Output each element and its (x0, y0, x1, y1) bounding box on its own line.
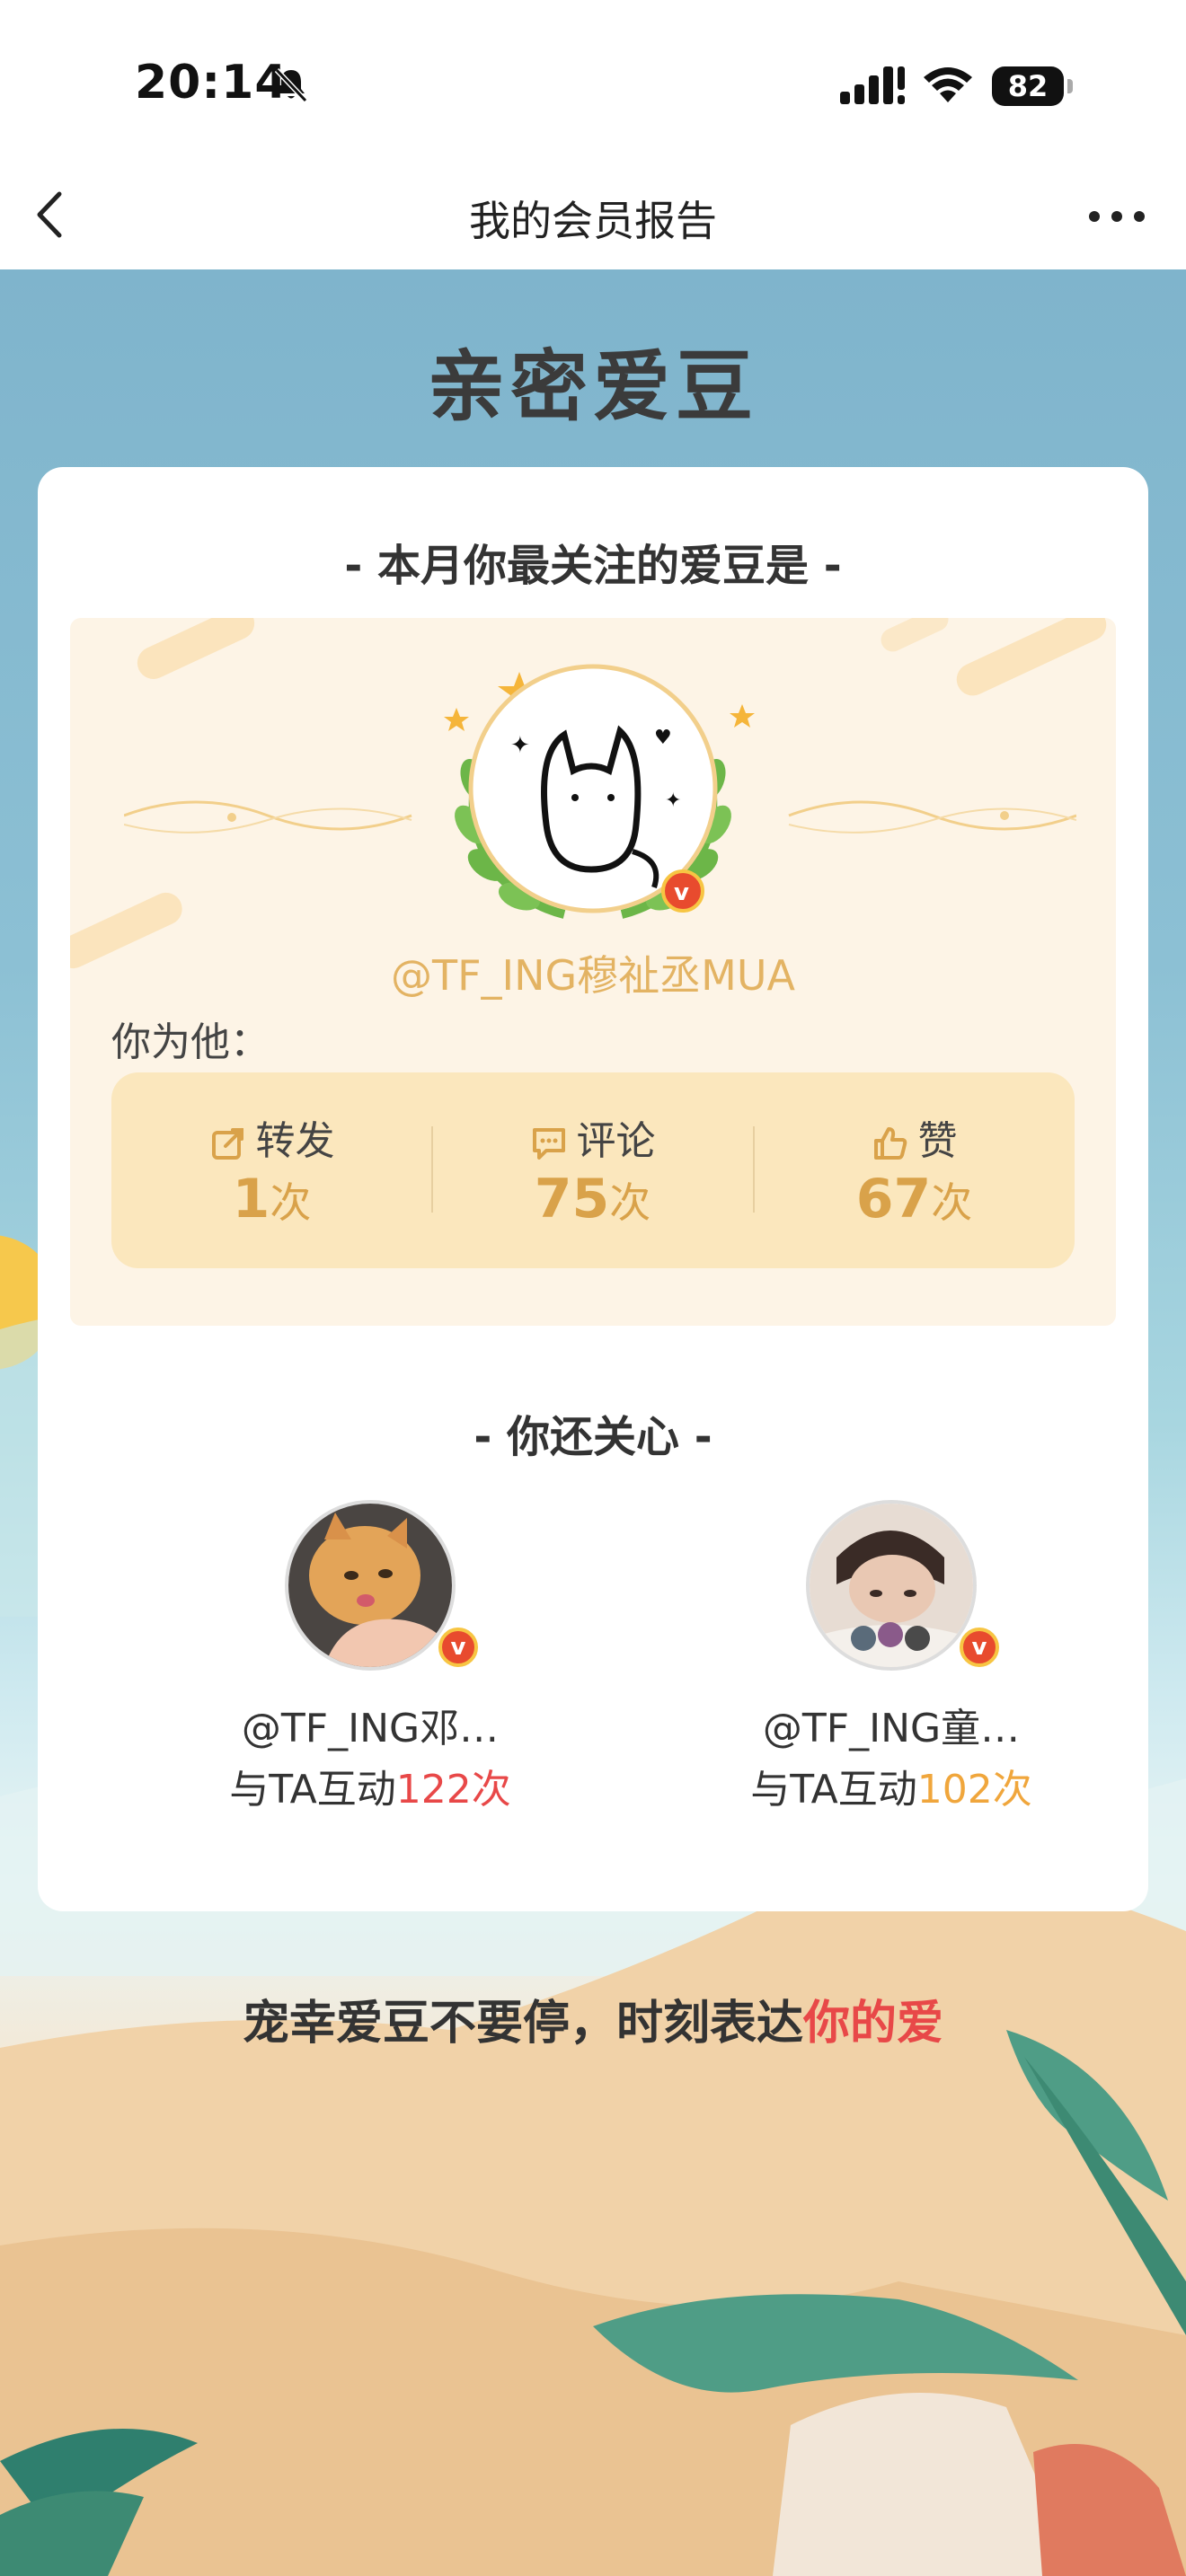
for-him-label: 你为他： (111, 1019, 270, 1065)
slogan: 宠幸爱豆不要停，时刻表达你的爱 (0, 1985, 1186, 2052)
stat-share-value: 1次 (111, 1168, 432, 1231)
status-bar: 20:14 82 (0, 0, 1186, 171)
also-care-title: - 你还关心 - (474, 1412, 712, 1462)
bell-muted-icon (274, 67, 308, 103)
share-icon (211, 1128, 243, 1160)
stat-share-number: 1 (232, 1168, 270, 1231)
care-interaction-prefix: 与TA互动 (229, 1767, 396, 1813)
care-interaction-count: 122次 (395, 1767, 511, 1813)
stat-comment-number: 75 (534, 1168, 610, 1231)
deco-stripe (131, 618, 261, 684)
idol-avatar[interactable]: ✦ ♥ ✦ v (420, 645, 766, 941)
deco-stripe (877, 618, 952, 656)
stat-like-number: 67 (855, 1168, 932, 1231)
wifi-icon (924, 67, 972, 102)
care-interaction: 与TA互动102次 (703, 1757, 1080, 1814)
slogan-main: 宠幸爱豆不要停，时刻表达 (242, 1997, 803, 2051)
signal-icon (840, 66, 905, 104)
stat-comment-unit: 次 (609, 1178, 651, 1227)
status-time: 20:14 (135, 56, 288, 110)
svg-text:✦: ✦ (665, 790, 681, 812)
care-interaction: 与TA互动122次 (181, 1757, 559, 1814)
svg-text:v: v (674, 879, 689, 906)
cat-photo (288, 1504, 452, 1667)
comment-icon (532, 1128, 565, 1160)
stat-share-unit: 次 (270, 1178, 312, 1227)
care-item[interactable]: v @TF_ING童… 与TA互动102次 (703, 1500, 1080, 1823)
stat-share: 转发 1次 (111, 1072, 432, 1268)
report-scene: 亲密爱豆 - 本月你最关注的爱豆是 - ✦ ♥ ✦ v @TF_ING穆祉丞MU… (0, 269, 1186, 2576)
interaction-stats: 转发 1次 评论 75次 赞 67次 (111, 1072, 1075, 1268)
stat-comment-value: 75次 (432, 1168, 753, 1231)
svg-text:✦: ✦ (510, 732, 530, 759)
battery-level: 82 (992, 66, 1064, 106)
care-name[interactable]: @TF_ING邓… (181, 1696, 559, 1753)
top-idol-panel: ✦ ♥ ✦ v @TF_ING穆祉丞MUA 你为他： 转发 1次 评论 75次 … (70, 618, 1116, 1326)
deco-stripe (951, 618, 1112, 701)
stat-like-label: 赞 (917, 1118, 958, 1164)
care-item[interactable]: v @TF_ING邓… 与TA互动122次 (181, 1500, 559, 1823)
care-interaction-prefix: 与TA互动 (750, 1767, 917, 1813)
stat-share-label: 转发 (255, 1118, 335, 1164)
svg-text:♥: ♥ (654, 727, 672, 749)
care-name[interactable]: @TF_ING童… (703, 1696, 1080, 1753)
stat-like-label-row: 赞 (754, 1108, 1075, 1166)
verified-badge-icon: v (438, 1628, 478, 1667)
stat-comment-label: 评论 (576, 1118, 656, 1164)
nav-bar: 我的会员报告 (0, 171, 1186, 270)
stat-share-label-row: 转发 (111, 1108, 432, 1166)
like-icon (873, 1127, 907, 1160)
stat-comment: 评论 75次 (432, 1072, 753, 1268)
care-avatar[interactable] (285, 1500, 456, 1671)
care-interaction-count: 102次 (916, 1767, 1032, 1813)
battery-tip (1067, 79, 1073, 93)
idol-report-card: - 本月你最关注的爱豆是 - ✦ ♥ ✦ v @TF_ING穆祉丞MUA 你为他… (38, 467, 1148, 1911)
person-photo (810, 1504, 973, 1667)
care-avatar[interactable] (806, 1500, 977, 1671)
verified-badge-icon: v (960, 1628, 999, 1667)
battery-indicator: 82 (992, 66, 1075, 106)
stat-like: 赞 67次 (754, 1072, 1075, 1268)
top-idol-title: - 本月你最关注的爱豆是 - (344, 541, 842, 591)
section-heading: 亲密爱豆 (428, 342, 758, 432)
idol-name[interactable]: @TF_ING穆祉丞MUA (70, 943, 1116, 1002)
slogan-highlight: 你的爱 (803, 1997, 944, 2051)
stat-like-value: 67次 (754, 1168, 1075, 1231)
stat-comment-label-row: 评论 (432, 1108, 753, 1166)
more-icon[interactable] (1085, 203, 1148, 230)
stat-like-unit: 次 (931, 1178, 973, 1227)
page-title: 我的会员报告 (469, 197, 717, 245)
